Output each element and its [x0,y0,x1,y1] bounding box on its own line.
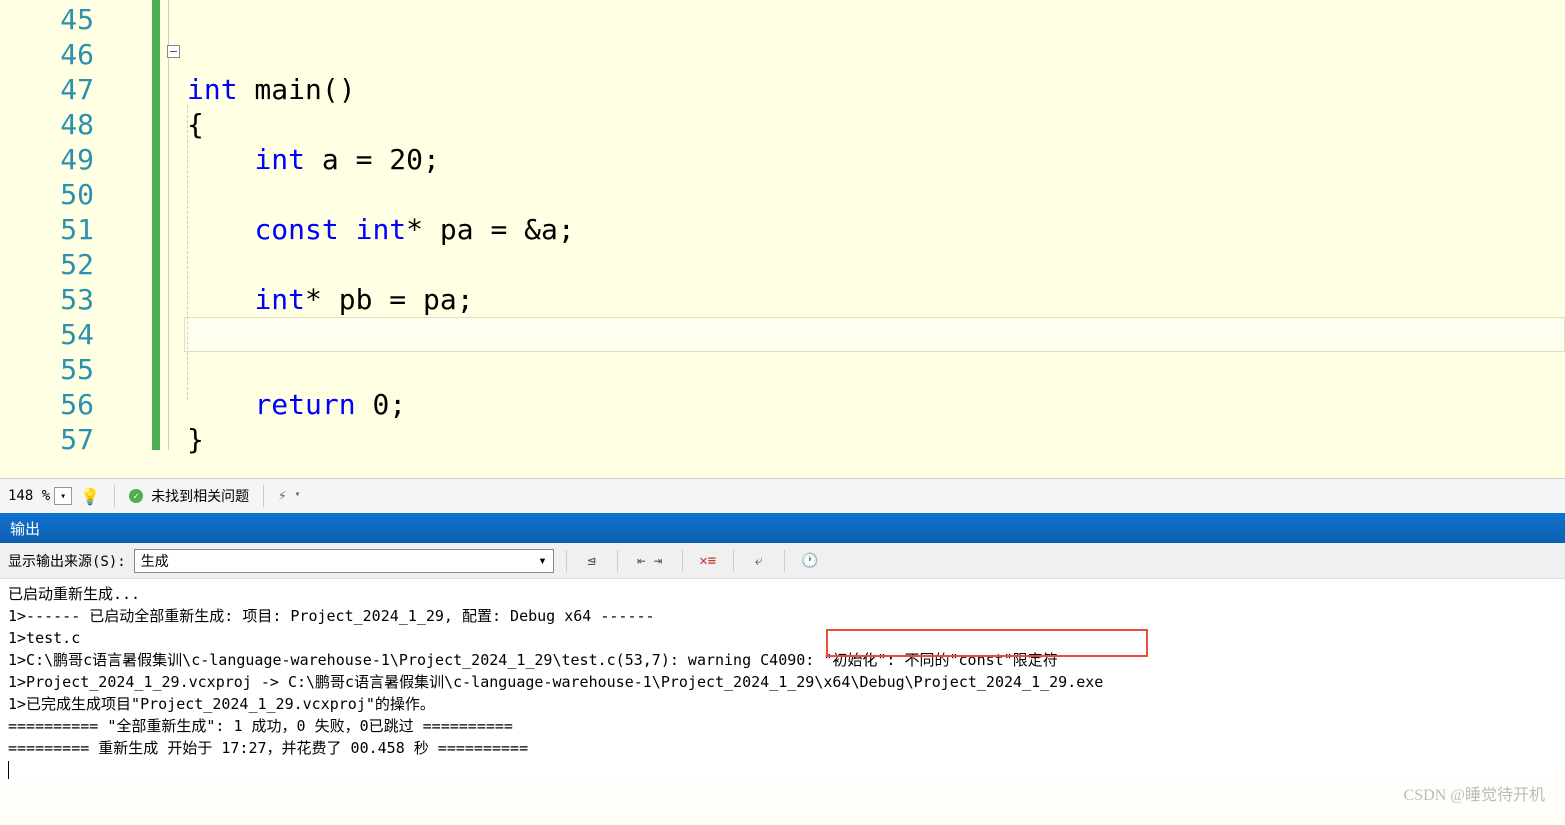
code-line[interactable] [112,352,1565,387]
separator [784,550,785,572]
output-panel-titlebar: 输出 [0,513,1565,543]
code-line[interactable] [112,37,1565,72]
indent-guide [187,105,188,400]
line-number: 56 [0,387,94,422]
line-number: 52 [0,247,94,282]
code-content[interactable]: int main(){ int a = 20; const int* pa = … [112,0,1565,478]
output-source-select[interactable]: 生成 ▾ [134,549,554,573]
line-number: 50 [0,177,94,212]
output-cursor [8,761,9,779]
line-number: 45 [0,2,94,37]
output-line: ========== "全部重新生成": 1 成功，0 失败，0已跳过 ====… [8,715,1557,737]
output-line: 1>Project_2024_1_29.vcxproj -> C:\鹏哥c语言暑… [8,671,1557,693]
folding-border [168,0,169,450]
line-number: 47 [0,72,94,107]
code-line[interactable]: int* pb = pa; [112,282,1565,317]
line-number: 51 [0,212,94,247]
line-number: 57 [0,422,94,457]
warning-highlight-box [826,629,1148,657]
output-line: ========= 重新生成 开始于 17:27，并花费了 00.458 秒 =… [8,737,1557,759]
separator [114,485,115,507]
code-line[interactable] [112,177,1565,212]
zoom-control[interactable]: 148 % ▾ [8,487,72,505]
output-line: 1>------ 已启动全部重新生成: 项目: Project_2024_1_2… [8,605,1557,627]
line-number-gutter: 45464748495051525354555657 [0,0,112,478]
issues-status-text: 未找到相关问题 [151,486,249,506]
output-line: 1>C:\鹏哥c语言暑假集训\c-language-warehouse-1\Pr… [8,649,1557,671]
wand-icon[interactable]: ⚡ [278,488,286,504]
code-line[interactable] [112,2,1565,37]
separator [263,485,264,507]
code-line[interactable] [184,317,1565,352]
chevron-down-icon: ▾ [538,553,546,569]
separator [566,550,567,572]
csdn-watermark: CSDN @睡觉待开机 [1404,781,1545,805]
output-title: 输出 [10,518,40,539]
lightbulb-icon[interactable]: 💡 [80,487,100,506]
separator [733,550,734,572]
separator [617,550,618,572]
code-line[interactable]: } [112,422,1565,457]
chevron-down-icon[interactable]: ▾ [54,487,72,505]
code-line[interactable]: const int* pa = &a; [112,212,1565,247]
code-editor[interactable]: 45464748495051525354555657 int main(){ i… [0,0,1565,478]
output-content[interactable]: 已启动重新生成...1>------ 已启动全部重新生成: 项目: Projec… [0,579,1565,779]
line-number: 53 [0,282,94,317]
line-number: 49 [0,142,94,177]
clock-icon[interactable]: 🕐 [797,549,823,573]
change-indicator-bar [152,0,160,450]
clear-output-icon[interactable]: ⊴ [579,549,605,573]
cancel-icon[interactable]: ✕≡ [695,549,721,573]
output-source-label: 显示输出来源(S): [8,551,126,571]
collapse-toggle-icon[interactable] [167,45,180,58]
line-number: 48 [0,107,94,142]
code-line[interactable]: int a = 20; [112,142,1565,177]
wrap-icon[interactable]: ⤶ [746,549,772,573]
line-number: 55 [0,352,94,387]
line-number: 46 [0,37,94,72]
line-number: 54 [0,317,94,352]
chevron-down-icon[interactable]: ▾ [295,489,309,503]
code-line[interactable]: { [112,107,1565,142]
code-line[interactable]: int main() [112,72,1565,107]
output-line: 1>test.c [8,627,1557,649]
check-circle-icon: ✓ [129,489,143,503]
output-line: 1>已完成生成项目"Project_2024_1_29.vcxproj"的操作。 [8,693,1557,715]
editor-status-bar: 148 % ▾ 💡 ✓ 未找到相关问题 ⚡ ▾ [0,478,1565,513]
zoom-level: 148 % [8,488,50,504]
separator [682,550,683,572]
output-toolbar: 显示输出来源(S): 生成 ▾ ⊴ ⇤ ⇥ ✕≡ ⤶ 🕐 [0,543,1565,579]
output-source-value: 生成 [141,551,169,571]
code-line[interactable] [112,247,1565,282]
indent-icons[interactable]: ⇤ ⇥ [630,549,670,573]
code-line[interactable]: return 0; [112,387,1565,422]
output-line: 已启动重新生成... [8,583,1557,605]
